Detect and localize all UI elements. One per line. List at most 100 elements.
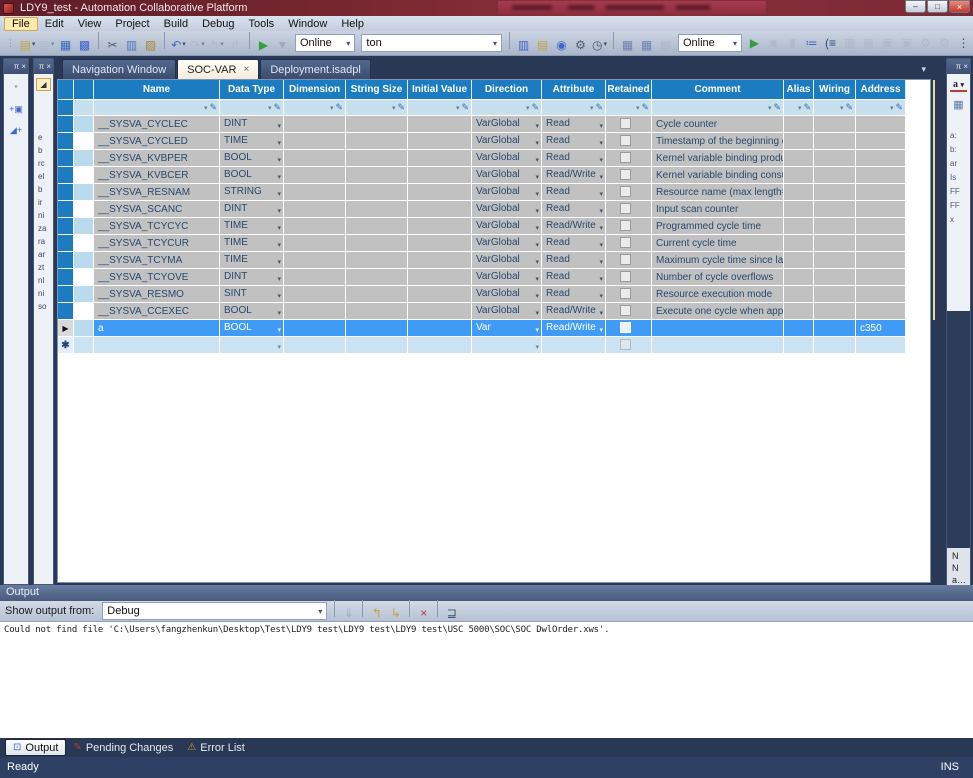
data-type-cell[interactable]: BOOL▾ <box>220 303 284 320</box>
filter-cell[interactable]: ▾✎ <box>856 100 906 116</box>
pin-icon[interactable]: π <box>39 62 45 71</box>
filter-cell[interactable]: ▾✎ <box>814 100 856 116</box>
retained-checkbox[interactable] <box>620 135 631 146</box>
filter-dropdown-icon[interactable]: ▾ <box>268 105 272 112</box>
filter-dropdown-icon[interactable]: ▾ <box>636 105 640 112</box>
column-header[interactable]: Alias <box>784 80 814 100</box>
column-header[interactable]: Direction <box>472 80 542 100</box>
wiring-cell[interactable] <box>814 252 856 269</box>
new-item-button-icon[interactable]: ▤▾ <box>19 35 36 54</box>
comment-cell[interactable] <box>652 320 784 337</box>
initial-value-cell[interactable] <box>408 320 472 337</box>
alias-cell[interactable] <box>784 167 814 184</box>
comment-cell[interactable]: Cycle counter <box>652 116 784 133</box>
filter-edit-icon[interactable]: ✎ <box>273 102 281 112</box>
close-button[interactable]: × <box>949 0 970 13</box>
data-type-cell[interactable]: TIME▾ <box>220 235 284 252</box>
initial-value-cell[interactable] <box>408 184 472 201</box>
direction-cell[interactable]: VarGlobal▾ <box>472 167 542 184</box>
filter-cell[interactable]: ▾✎ <box>652 100 784 116</box>
address-cell[interactable] <box>856 218 906 235</box>
filter-dropdown-icon[interactable]: ▾ <box>526 105 530 112</box>
menu-view[interactable]: View <box>71 17 109 31</box>
history-button-icon[interactable]: ◷▾ <box>591 35 608 54</box>
debug-tool-1-icon[interactable]: ▦ <box>841 34 858 53</box>
row-margin-cell[interactable] <box>74 269 94 286</box>
attribute-cell[interactable]: Read▾ <box>542 269 606 286</box>
name-cell[interactable]: __SYSVA_TCYCUR <box>94 235 220 252</box>
row-margin-cell[interactable] <box>74 133 94 150</box>
row-margin-cell[interactable] <box>74 252 94 269</box>
filter-cell[interactable]: ▾✎ <box>472 100 542 116</box>
alias-cell[interactable] <box>784 184 814 201</box>
name-cell[interactable]: __SYSVA_TCYMA <box>94 252 220 269</box>
comment-cell[interactable]: Kernel variable binding producin <box>652 150 784 167</box>
name-cell[interactable]: __SYSVA_CCEXEC <box>94 303 220 320</box>
panel-tool-icon[interactable]: +▣ <box>4 104 28 115</box>
target-mode-combo[interactable]: Online ▾ <box>678 34 742 52</box>
column-header[interactable]: Dimension <box>284 80 346 100</box>
attribute-cell[interactable]: Read/Write▾ <box>542 167 606 184</box>
name-cell[interactable]: __SYSVA_RESNAM <box>94 184 220 201</box>
column-header[interactable]: Comment <box>652 80 784 100</box>
filter-dropdown-icon[interactable]: ▾ <box>392 105 396 112</box>
filter-dropdown-icon[interactable]: ▾ <box>330 105 334 112</box>
property-grid-icon[interactable]: ▦ <box>952 98 965 111</box>
direction-cell[interactable]: VarGlobal▾ <box>472 303 542 320</box>
string-size-cell[interactable] <box>346 286 408 303</box>
filter-cell[interactable]: ▾✎ <box>94 100 220 116</box>
initial-value-cell[interactable] <box>408 337 472 354</box>
retained-cell[interactable] <box>606 184 652 201</box>
cut-button-icon[interactable]: ✂ <box>104 35 121 54</box>
filter-edit-icon[interactable]: ✎ <box>773 102 781 112</box>
data-type-cell[interactable]: DINT▾ <box>220 116 284 133</box>
comment-cell[interactable] <box>652 337 784 354</box>
row-indicator[interactable] <box>58 269 74 286</box>
column-header[interactable]: Wiring <box>814 80 856 100</box>
initial-value-cell[interactable] <box>408 167 472 184</box>
retained-cell[interactable] <box>606 269 652 286</box>
dimension-cell[interactable] <box>284 133 346 150</box>
wiring-cell[interactable] <box>814 218 856 235</box>
direction-cell[interactable]: VarGlobal▾ <box>472 116 542 133</box>
filter-edit-icon[interactable]: ✎ <box>595 102 603 112</box>
wiring-cell[interactable] <box>814 201 856 218</box>
menu-window[interactable]: Window <box>281 17 334 31</box>
debug-tool-4-icon[interactable]: ▣ <box>898 34 915 53</box>
bottom-tab-pending-changes[interactable]: ✎Pending Changes <box>66 739 180 756</box>
filter-edit-icon[interactable]: ✎ <box>845 102 853 112</box>
address-cell[interactable] <box>856 337 906 354</box>
bottom-tab-error-list[interactable]: ⚠Error List <box>180 739 252 756</box>
row-indicator[interactable] <box>58 167 74 184</box>
filter-cell[interactable]: ▾✎ <box>346 100 408 116</box>
wiring-cell[interactable] <box>814 235 856 252</box>
alias-cell[interactable] <box>784 320 814 337</box>
row-margin-cell[interactable] <box>74 167 94 184</box>
string-size-cell[interactable] <box>346 337 408 354</box>
name-cell[interactable]: __SYSVA_TCYOVE <box>94 269 220 286</box>
retained-cell[interactable] <box>606 218 652 235</box>
close-icon[interactable]: × <box>963 62 968 71</box>
copy-button-icon[interactable]: ▥ <box>123 35 140 54</box>
filter-edit-icon[interactable]: ✎ <box>335 102 343 112</box>
address-cell[interactable] <box>856 269 906 286</box>
initial-value-cell[interactable] <box>408 116 472 133</box>
initial-value-cell[interactable] <box>408 150 472 167</box>
initial-value-cell[interactable] <box>408 303 472 320</box>
wiring-cell[interactable] <box>814 184 856 201</box>
row-indicator[interactable] <box>58 303 74 320</box>
dimension-cell[interactable] <box>284 269 346 286</box>
address-cell[interactable] <box>856 167 906 184</box>
name-cell[interactable]: __SYSVA_KVBPER <box>94 150 220 167</box>
clear-all-button-icon[interactable]: × <box>415 603 432 622</box>
attribute-cell[interactable]: Read/Write▾ <box>542 303 606 320</box>
attribute-cell[interactable]: Read▾ <box>542 252 606 269</box>
string-size-cell[interactable] <box>346 184 408 201</box>
online-mode-combo[interactable]: Online ▾ <box>295 34 355 52</box>
filter-edit-icon[interactable]: ✎ <box>803 102 811 112</box>
retained-cell[interactable] <box>606 201 652 218</box>
add-item-button-icon[interactable]: ▤▾ <box>38 35 55 54</box>
search-combo[interactable]: ton ▾ <box>361 34 502 52</box>
stop-button-icon[interactable]: ■ <box>765 34 782 53</box>
comment-cell[interactable]: Maximum cycle time since last st <box>652 252 784 269</box>
